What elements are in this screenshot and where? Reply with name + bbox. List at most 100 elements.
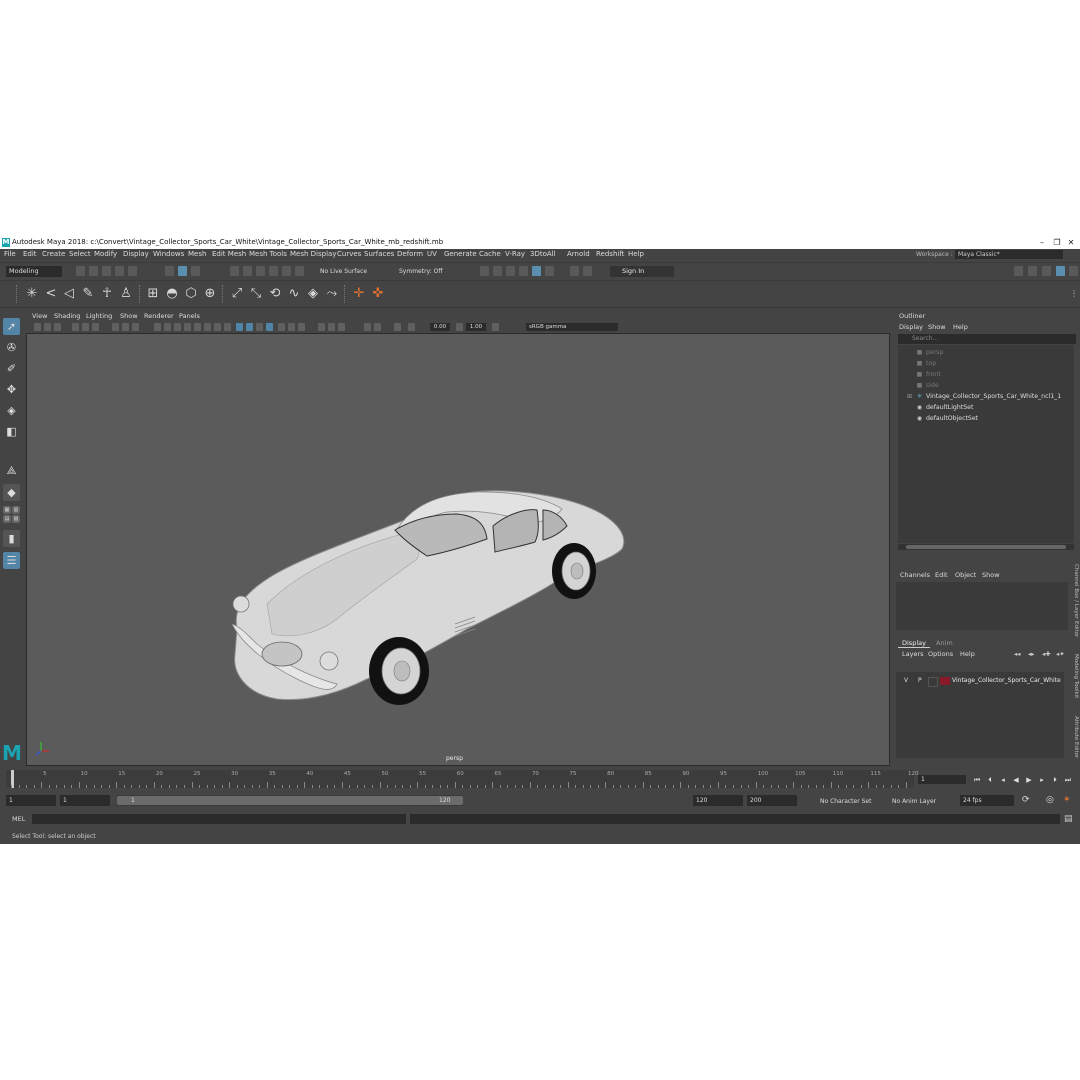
sign-in-button[interactable]: Sign In — [610, 266, 674, 277]
exposure-icon[interactable] — [408, 323, 415, 331]
grid-toggle-icon[interactable] — [112, 323, 119, 331]
rotate-tool-icon[interactable]: ⟲ — [267, 286, 283, 302]
render-view-icon[interactable] — [545, 266, 554, 276]
modeling-toolkit-toggle-icon[interactable] — [1069, 266, 1078, 276]
undo-icon[interactable] — [115, 266, 124, 276]
2d-pan-zoom-icon[interactable] — [82, 323, 89, 331]
menu-3dtoall[interactable]: 3DtoAll — [530, 250, 556, 258]
channel-box-toggle-icon[interactable] — [1042, 266, 1051, 276]
lasso-icon[interactable]: < — [43, 286, 59, 302]
exposure-field[interactable]: 0.00 — [430, 323, 450, 331]
scale-tool-icon[interactable]: ⤡ — [248, 286, 264, 302]
attribute-editor-side-tab[interactable]: Attribute Editor — [1069, 716, 1079, 758]
render-settings-icon[interactable] — [519, 266, 528, 276]
outliner-toggle-icon[interactable] — [1056, 266, 1065, 276]
menu-generate[interactable]: Generate — [444, 250, 477, 258]
attribute-editor-toggle-icon[interactable] — [1014, 266, 1023, 276]
menu-mesh[interactable]: Mesh — [188, 250, 206, 258]
rotate-tool-icon[interactable]: ◈ — [3, 402, 20, 419]
new-layer-icon[interactable]: ◂✚ — [1042, 650, 1051, 658]
layer-menu-help[interactable]: Help — [960, 650, 975, 658]
menu-cache[interactable]: Cache — [479, 250, 501, 258]
center-pivot-icon[interactable]: ✜ — [370, 286, 386, 302]
graph-view-icon[interactable]: ▧ — [12, 515, 20, 523]
range-slider-handle[interactable] — [117, 796, 463, 805]
script-editor-icon[interactable]: ▤ — [1064, 814, 1075, 824]
render-sequence-icon[interactable] — [493, 266, 502, 276]
animation-start-field[interactable]: 1 — [6, 795, 56, 806]
menu-vray[interactable]: V-Ray — [505, 250, 525, 258]
pivot-icon[interactable]: ✛ — [351, 286, 367, 302]
hypershade-icon[interactable] — [532, 266, 541, 276]
new-scene-icon[interactable] — [76, 266, 85, 276]
gate-mask-icon[interactable] — [184, 323, 191, 331]
manipulator-icon[interactable]: ⟁ — [3, 462, 20, 479]
humanik-icon[interactable]: ☥ — [99, 286, 115, 302]
single-view-icon[interactable]: ◆ — [3, 484, 20, 501]
gamma-field[interactable]: 1.00 — [466, 323, 486, 331]
menu-modify[interactable]: Modify — [94, 250, 117, 258]
open-scene-icon[interactable] — [89, 266, 98, 276]
redshift-render-icon[interactable] — [583, 266, 592, 276]
layer-color-swatch[interactable] — [940, 677, 950, 685]
menu-uv[interactable]: UV — [427, 250, 437, 258]
wireframe-on-shaded-icon[interactable] — [214, 323, 221, 331]
wireframe-icon[interactable] — [194, 323, 201, 331]
outliner-menu-help[interactable]: Help — [953, 323, 968, 331]
go-to-start-icon[interactable]: ⏮ — [972, 775, 982, 785]
tab-anim[interactable]: Anim — [932, 639, 957, 647]
lasso-tool-icon[interactable]: ✇ — [3, 339, 20, 356]
character-set-select[interactable]: No Character Set — [820, 798, 871, 805]
channel-menu-show[interactable]: Show — [982, 571, 1000, 579]
layer-row[interactable]: V P Vintage_Collector_Sports_Car_White — [898, 676, 1062, 687]
layout-toggle-icon[interactable]: ▮ — [3, 530, 20, 547]
outliner-item-car-group[interactable]: ⊞ ✳ Vintage_Collector_Sports_Car_White_n… — [898, 391, 1074, 402]
viewport-menu-view[interactable]: View — [32, 312, 47, 320]
select-tool-icon[interactable]: ➚ — [3, 318, 20, 335]
viewport-menu-renderer[interactable]: Renderer — [144, 312, 174, 320]
move-tool-icon[interactable]: ✥ — [3, 381, 20, 398]
close-button[interactable]: ✕ — [1062, 237, 1080, 248]
snap-vertex-icon[interactable] — [295, 266, 304, 276]
step-back-frame-icon[interactable]: ◂ — [998, 775, 1008, 785]
paint-select-icon[interactable]: ◁ — [61, 286, 77, 302]
menu-help[interactable]: Help — [628, 250, 644, 258]
anim-prefs-icon[interactable]: ✶ — [1063, 795, 1071, 805]
workspace-select[interactable]: Maya Classic* — [955, 250, 1063, 259]
safe-title-icon[interactable] — [164, 323, 171, 331]
outliner-layout-icon[interactable]: ☰ — [3, 552, 20, 569]
snap-curve-icon[interactable] — [243, 266, 252, 276]
outliner-item-default-light-set[interactable]: ◉ defaultLightSet — [898, 402, 1074, 413]
outliner-menu-display[interactable]: Display — [899, 323, 923, 331]
menu-mesh-display[interactable]: Mesh Display — [290, 250, 336, 258]
current-frame-field[interactable]: 1 — [918, 775, 966, 784]
select-hierarchy-icon[interactable] — [165, 266, 174, 276]
depth-of-field-icon[interactable] — [328, 323, 335, 331]
xray-joints-icon[interactable] — [278, 323, 285, 331]
outliner-item-front[interactable]: ■ front — [898, 369, 1074, 380]
layer-name[interactable]: Vintage_Collector_Sports_Car_White — [952, 676, 1061, 686]
scale-tool-icon[interactable]: ◧ — [3, 423, 20, 440]
outliner-item-side[interactable]: ■ side — [898, 380, 1074, 391]
camera-select-icon[interactable] — [34, 323, 41, 331]
paint-select-tool-icon[interactable]: ✐ — [3, 360, 20, 377]
new-layer-selected-icon[interactable]: ◂✦ — [1056, 650, 1065, 658]
view-transform-icon[interactable] — [492, 323, 499, 331]
anti-aliasing-icon[interactable] — [338, 323, 345, 331]
menu-edit-mesh[interactable]: Edit Mesh — [212, 250, 246, 258]
menu-deform[interactable]: Deform — [397, 250, 423, 258]
backface-icon[interactable] — [374, 323, 381, 331]
save-scene-icon[interactable] — [102, 266, 111, 276]
select-components-icon[interactable] — [191, 266, 200, 276]
modeling-toolkit-side-tab[interactable]: Modeling Toolkit — [1069, 654, 1079, 698]
motion-blur-icon[interactable] — [298, 323, 305, 331]
bookmark-icon[interactable] — [54, 323, 61, 331]
menu-redshift[interactable]: Redshift — [596, 250, 624, 258]
smooth-shade-icon[interactable] — [204, 323, 211, 331]
move-tool-icon[interactable]: ⤢ — [229, 286, 245, 302]
play-forwards-icon[interactable]: ▶ — [1024, 775, 1034, 785]
tool-settings-toggle-icon[interactable] — [1028, 266, 1037, 276]
live-surface-label[interactable]: No Live Surface — [320, 268, 367, 275]
arnold-render-icon[interactable] — [570, 266, 579, 276]
go-to-end-icon[interactable]: ⏭ — [1063, 775, 1073, 785]
